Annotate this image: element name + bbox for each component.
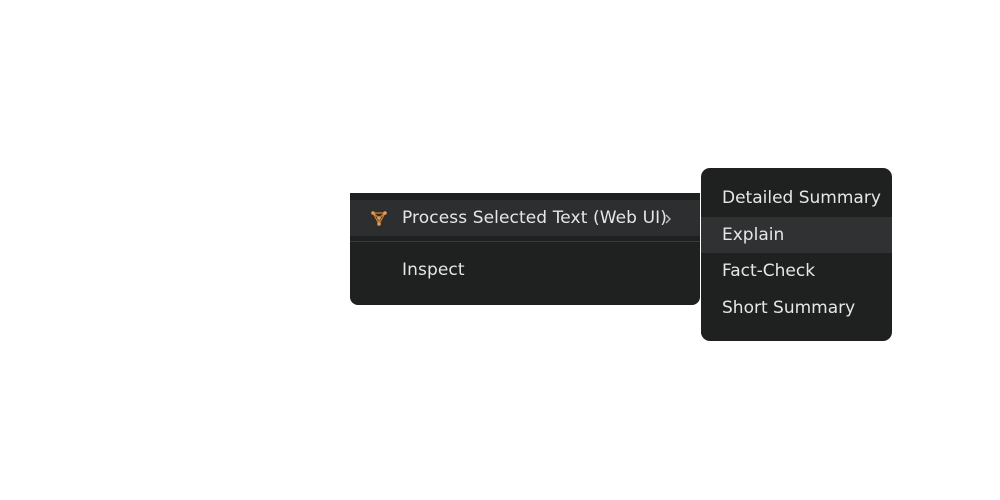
menu-item-label: Inspect	[402, 260, 465, 280]
submenu-item-explain[interactable]: Explain	[701, 216, 892, 253]
submenu-item-label: Fact-Check	[722, 261, 816, 282]
context-menu: Process Selected Text (Web UI) Inspect	[350, 193, 700, 305]
menu-item-process-selected-text[interactable]: Process Selected Text (Web UI)	[350, 200, 700, 236]
menu-item-inspect[interactable]: Inspect	[350, 252, 700, 288]
submenu-item-detailed-summary[interactable]: Detailed Summary	[701, 180, 892, 217]
submenu: Detailed Summary Explain Fact-Check Shor…	[701, 168, 892, 341]
chevron-right-icon	[663, 211, 673, 225]
submenu-item-fact-check[interactable]: Fact-Check	[701, 253, 892, 290]
menu-item-label: Process Selected Text (Web UI)	[402, 208, 667, 228]
submenu-item-label: Explain	[722, 224, 785, 245]
submenu-item-label: Short Summary	[722, 297, 856, 318]
submenu-item-label: Detailed Summary	[722, 188, 881, 209]
menu-separator	[350, 241, 700, 242]
submenu-item-short-summary[interactable]: Short Summary	[701, 290, 892, 327]
spark-network-icon	[370, 209, 388, 227]
